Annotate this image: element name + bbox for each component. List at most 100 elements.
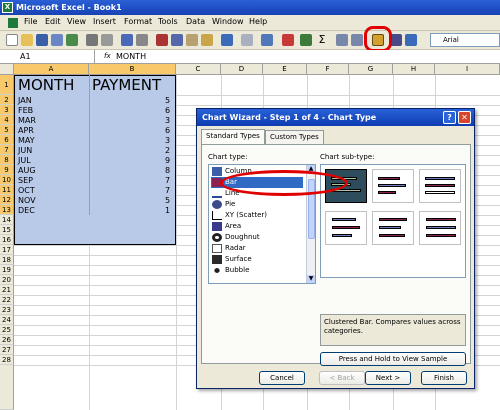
row-header[interactable]: 22 — [0, 295, 14, 305]
hyperlink-icon[interactable] — [261, 34, 273, 46]
cell-month[interactable]: FEB — [18, 106, 33, 116]
menu-file[interactable]: File — [24, 17, 37, 26]
cell-payment[interactable]: 6 — [165, 106, 170, 116]
cell-month[interactable]: MAR — [18, 116, 36, 126]
row-header[interactable]: 26 — [0, 335, 14, 345]
row-header[interactable]: 25 — [0, 325, 14, 335]
email-icon[interactable] — [66, 34, 78, 46]
column-header-b[interactable]: B — [89, 64, 176, 75]
undo-icon[interactable] — [221, 34, 233, 46]
new-icon[interactable] — [6, 34, 18, 46]
list-item-area[interactable]: Area — [211, 221, 303, 232]
row-header[interactable]: 8 — [0, 155, 14, 165]
list-item-scatter[interactable]: XY (Scatter) — [211, 210, 303, 221]
column-header-d[interactable]: D — [221, 64, 263, 75]
insert-icon[interactable] — [300, 34, 312, 46]
open-icon[interactable] — [21, 34, 33, 46]
menu-format[interactable]: Format — [124, 17, 152, 26]
finish-button[interactable]: Finish — [421, 371, 467, 385]
save-icon[interactable] — [36, 34, 48, 46]
row-header[interactable]: 24 — [0, 315, 14, 325]
row-header[interactable]: 27 — [0, 345, 14, 355]
subtype-stacked-bar[interactable] — [372, 169, 414, 203]
cell-payment[interactable]: 5 — [165, 96, 170, 106]
back-button[interactable]: < Back — [319, 371, 365, 385]
font-name-field[interactable]: Arial — [430, 33, 500, 47]
fx-icon[interactable]: fx — [104, 50, 111, 63]
list-item-radar[interactable]: Radar — [211, 243, 303, 254]
row-header[interactable]: 17 — [0, 245, 14, 255]
row-header[interactable]: 13 — [0, 205, 14, 215]
sort-descending-icon[interactable] — [351, 34, 363, 46]
cell-month[interactable]: JUL — [18, 156, 31, 166]
tab-standard-types[interactable]: Standard Types — [201, 129, 265, 145]
cell-month[interactable]: DEC — [18, 206, 35, 216]
cut-icon[interactable] — [156, 34, 168, 46]
cell-month[interactable]: SEP — [18, 176, 33, 186]
cell-payment[interactable]: 6 — [165, 126, 170, 136]
row-header[interactable]: 14 — [0, 215, 14, 225]
help-icon[interactable] — [405, 34, 417, 46]
menu-insert[interactable]: Insert — [93, 17, 116, 26]
row-header[interactable]: 23 — [0, 305, 14, 315]
research-icon[interactable] — [136, 34, 148, 46]
cell-payment[interactable]: 1 — [165, 206, 170, 216]
menu-edit[interactable]: Edit — [45, 17, 61, 26]
row-header[interactable]: 1 — [0, 75, 14, 95]
cell-month[interactable]: JUN — [18, 146, 32, 156]
row-header[interactable]: 5 — [0, 125, 14, 135]
row-header[interactable]: 20 — [0, 275, 14, 285]
workbook-icon[interactable] — [8, 18, 18, 28]
cell-month[interactable]: APR — [18, 126, 34, 136]
ink-icon[interactable] — [282, 34, 294, 46]
row-header[interactable]: 4 — [0, 115, 14, 125]
cell-month[interactable]: MAY — [18, 136, 35, 146]
cell-b1[interactable]: PAYMENT — [92, 76, 161, 94]
column-header-e[interactable]: E — [263, 64, 307, 75]
view-sample-button[interactable]: Press and Hold to View Sample — [320, 352, 466, 366]
cell-payment[interactable]: 8 — [165, 166, 170, 176]
close-button[interactable]: ✕ — [458, 111, 471, 124]
cell-payment[interactable]: 5 — [165, 196, 170, 206]
cell-payment[interactable]: 9 — [165, 156, 170, 166]
cell-payment[interactable]: 7 — [165, 176, 170, 186]
print-preview-icon[interactable] — [101, 34, 113, 46]
row-header[interactable]: 11 — [0, 185, 14, 195]
menu-window[interactable]: Window — [212, 17, 244, 26]
column-header-f[interactable]: F — [307, 64, 349, 75]
row-header[interactable]: 12 — [0, 195, 14, 205]
row-header[interactable]: 18 — [0, 255, 14, 265]
formula-value[interactable]: MONTH — [116, 50, 146, 63]
column-header-a[interactable]: A — [14, 64, 89, 75]
menu-data[interactable]: Data — [186, 17, 205, 26]
select-all-corner[interactable] — [0, 64, 14, 75]
row-header[interactable]: 9 — [0, 165, 14, 175]
row-header[interactable]: 15 — [0, 225, 14, 235]
permission-icon[interactable] — [51, 34, 63, 46]
menu-tools[interactable]: Tools — [158, 17, 178, 26]
subtype-100-stacked-bar[interactable] — [419, 169, 461, 203]
row-header[interactable]: 7 — [0, 145, 14, 155]
cell-payment[interactable]: 7 — [165, 186, 170, 196]
row-header[interactable]: 2 — [0, 95, 14, 105]
copy-icon[interactable] — [171, 34, 183, 46]
row-header[interactable]: 10 — [0, 175, 14, 185]
tab-custom-types[interactable]: Custom Types — [265, 130, 324, 144]
format-painter-icon[interactable] — [201, 34, 213, 46]
list-item-surface[interactable]: Surface — [211, 254, 303, 265]
subtype-3d-100-stacked-bar[interactable] — [419, 211, 461, 245]
next-button[interactable]: Next > — [365, 371, 411, 385]
row-header[interactable]: 16 — [0, 235, 14, 245]
column-header-h[interactable]: H — [393, 64, 435, 75]
cell-a1[interactable]: MONTH — [18, 76, 74, 94]
spelling-icon[interactable] — [121, 34, 133, 46]
cancel-button[interactable]: Cancel — [259, 371, 305, 385]
row-header[interactable]: 28 — [0, 355, 14, 365]
row-header[interactable]: 6 — [0, 135, 14, 145]
column-header-i[interactable]: I — [435, 64, 500, 75]
name-box[interactable]: A1 — [0, 50, 95, 63]
menu-help[interactable]: Help — [249, 17, 267, 26]
list-item-pie[interactable]: Pie — [211, 199, 303, 210]
subtype-3d-clustered-bar[interactable] — [325, 211, 367, 245]
autosum-icon[interactable]: Σ — [316, 34, 328, 46]
